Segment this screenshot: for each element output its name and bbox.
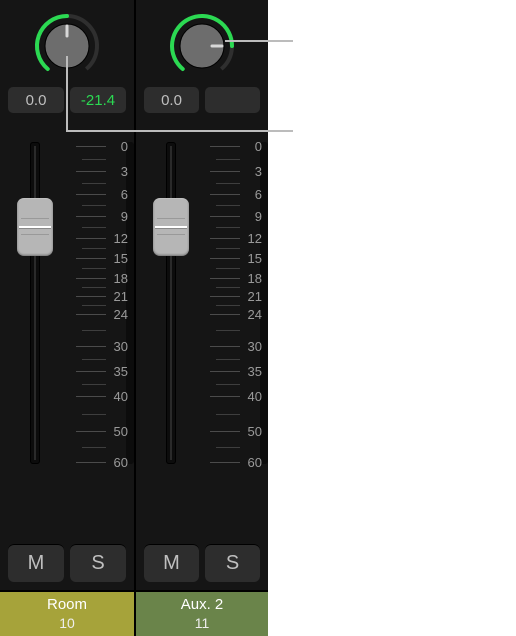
channel-number: 10 bbox=[59, 615, 75, 631]
fader-area: 036912151821243035405060 bbox=[0, 138, 134, 472]
fader-area: 036912151821243035405060 bbox=[136, 138, 268, 472]
channel-strip-1: 0.0 -21.4 036912151821243035405060 M S R… bbox=[0, 0, 134, 636]
channel-number: 11 bbox=[195, 615, 210, 631]
mute-solo-row: M S bbox=[8, 544, 126, 582]
channel-label[interactable]: Aux. 2 11 bbox=[136, 590, 268, 636]
channel-strip-2: 0.0 036912151821243035405060 M S Aux. 2 … bbox=[134, 0, 268, 636]
db-value-field[interactable]: 0.0 bbox=[8, 87, 64, 113]
pan-value-field[interactable]: -21.4 bbox=[70, 87, 126, 113]
value-row: 0.0 -21.4 bbox=[8, 87, 126, 113]
mute-button[interactable]: M bbox=[144, 544, 199, 582]
pan-value-field[interactable] bbox=[205, 87, 260, 113]
fader-cap[interactable] bbox=[153, 198, 189, 256]
db-value-field[interactable]: 0.0 bbox=[144, 87, 199, 113]
channel-label[interactable]: Room 10 bbox=[0, 590, 134, 636]
solo-button[interactable]: S bbox=[70, 544, 126, 582]
fader-cap[interactable] bbox=[17, 198, 53, 256]
pan-knob[interactable] bbox=[27, 10, 107, 76]
channel-name: Aux. 2 bbox=[181, 597, 224, 613]
mute-solo-row: M S bbox=[144, 544, 260, 582]
solo-button[interactable]: S bbox=[205, 544, 260, 582]
fader-track[interactable] bbox=[30, 142, 40, 464]
pan-knob[interactable] bbox=[162, 10, 242, 76]
value-row: 0.0 bbox=[144, 87, 260, 113]
mute-button[interactable]: M bbox=[8, 544, 64, 582]
fader-track[interactable] bbox=[166, 142, 176, 464]
channel-name: Room bbox=[47, 597, 87, 613]
mixer-panel: 0.0 -21.4 036912151821243035405060 M S R… bbox=[0, 0, 268, 636]
